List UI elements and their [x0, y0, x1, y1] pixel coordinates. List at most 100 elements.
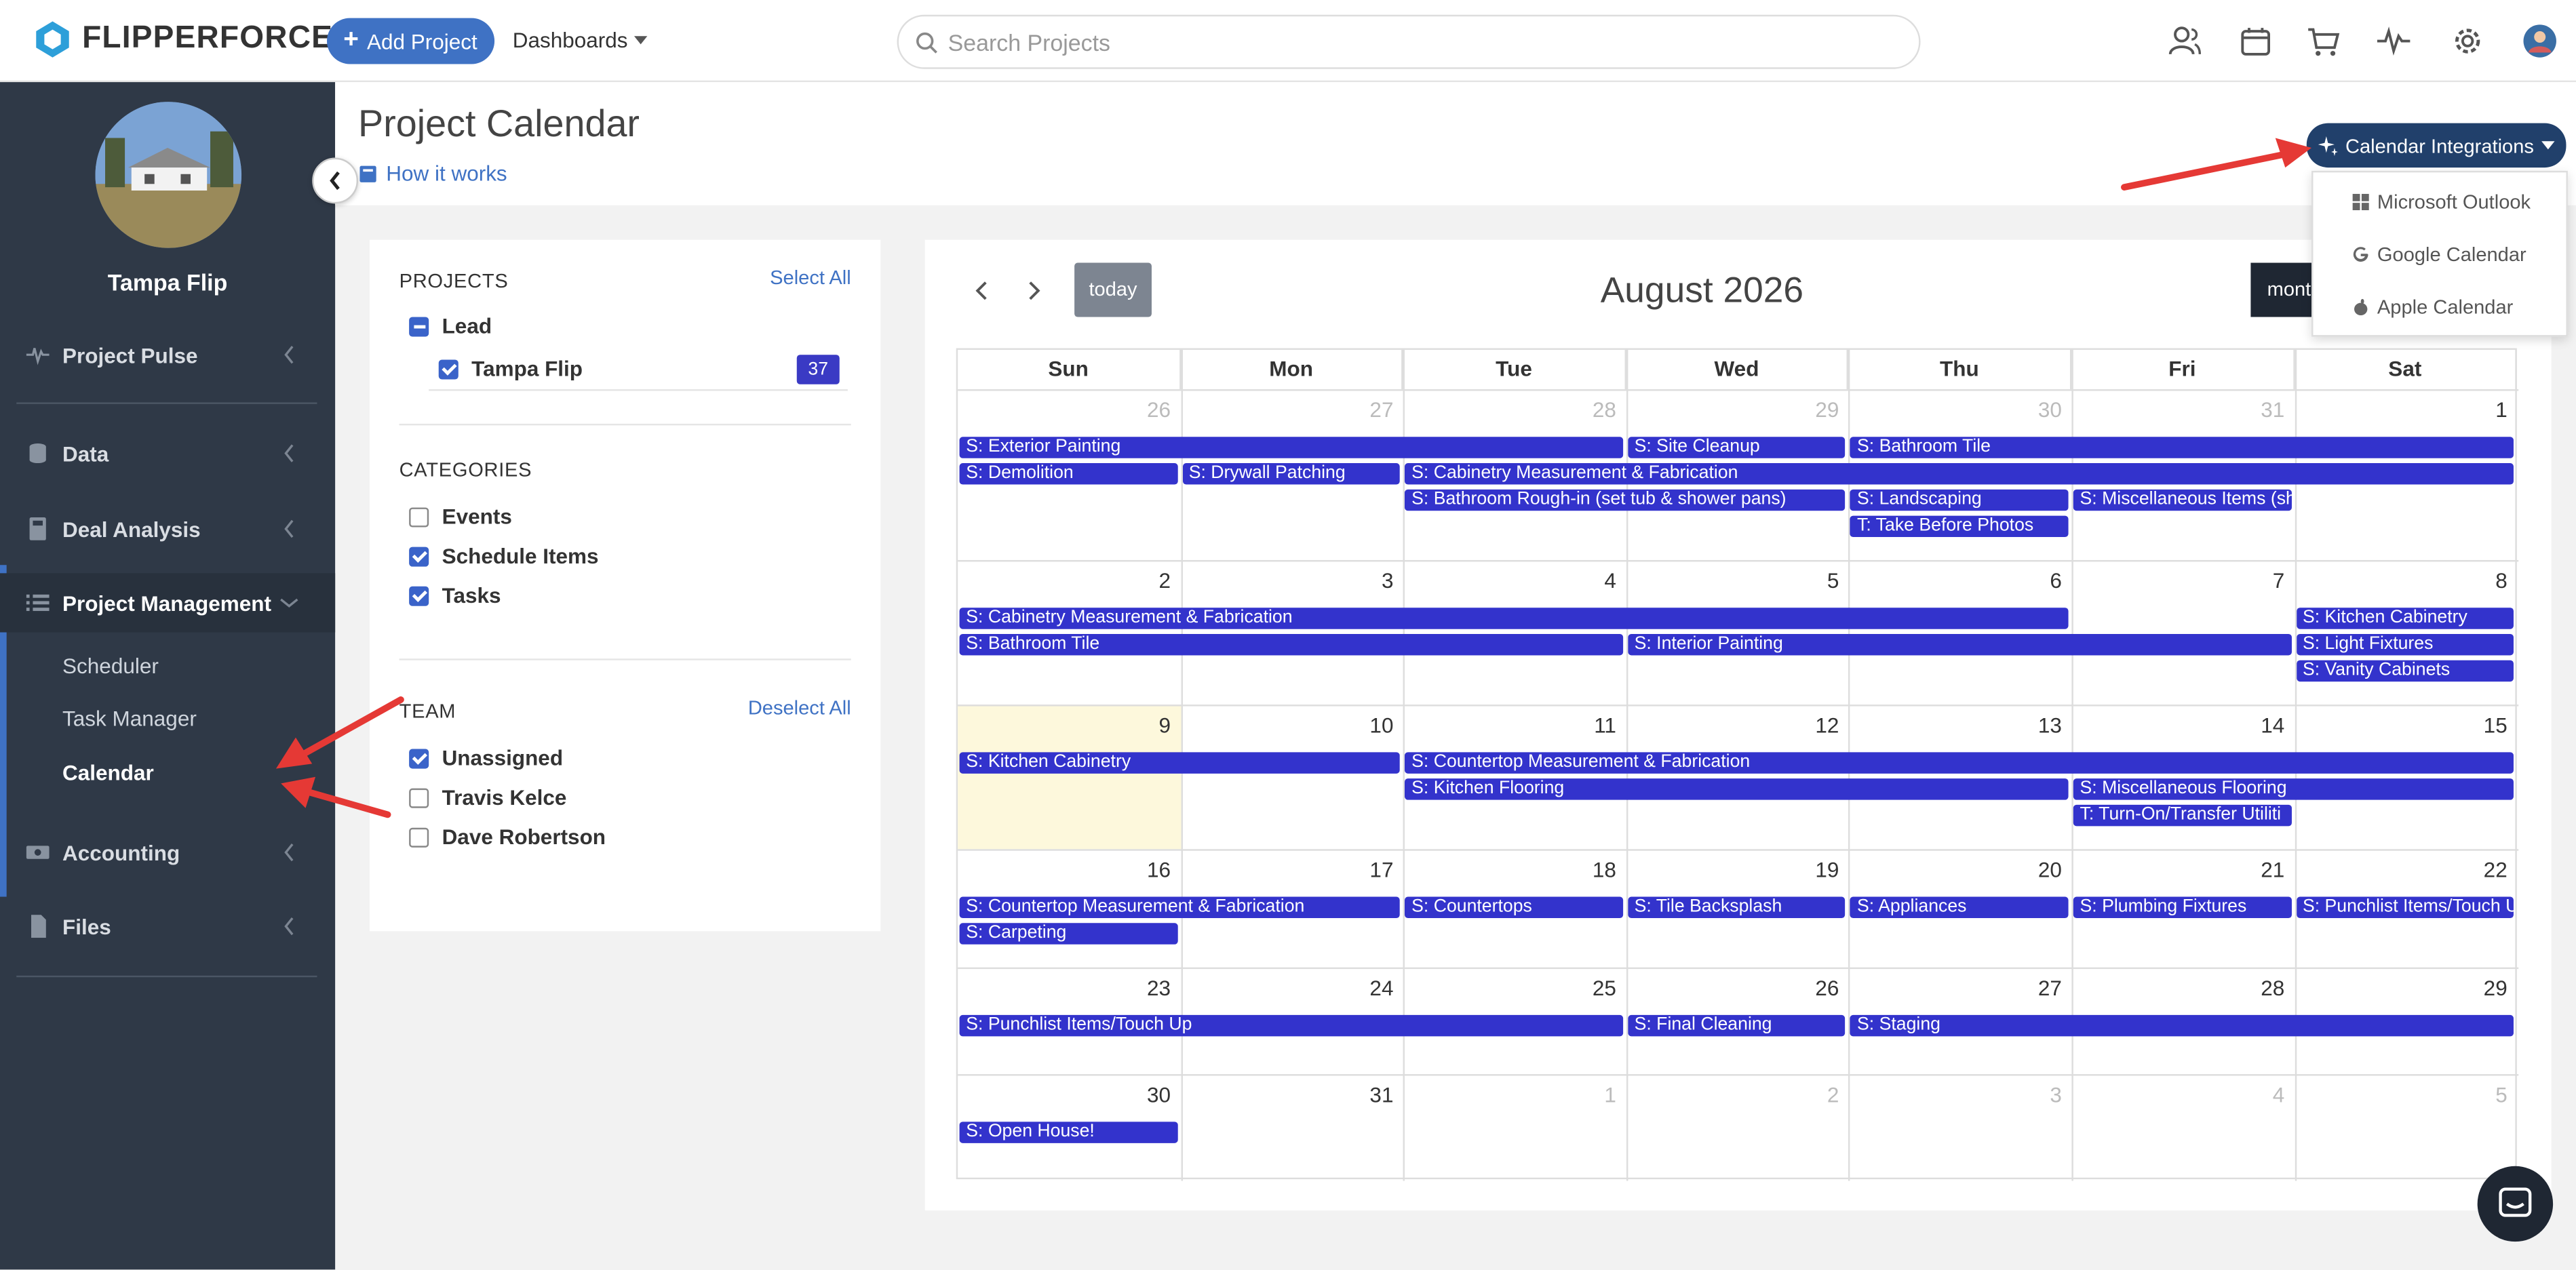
day-number[interactable]: 11 — [1567, 713, 1616, 737]
day-number[interactable]: 7 — [2236, 568, 2285, 593]
day-number[interactable]: 3 — [2012, 1082, 2062, 1107]
day-number[interactable]: 9 — [1121, 713, 1171, 737]
day-number[interactable]: 27 — [2012, 976, 2062, 1000]
calendar-event[interactable]: S: Cabinetry Measurement & Fabrication — [1405, 463, 2514, 485]
pulse-icon[interactable] — [2376, 23, 2412, 59]
search-bar[interactable] — [897, 14, 1921, 69]
day-number[interactable]: 28 — [2236, 976, 2284, 1000]
day-number[interactable]: 30 — [1121, 1082, 1171, 1107]
sidebar-item-accounting[interactable]: Accounting — [0, 823, 335, 882]
day-number[interactable]: 2 — [1121, 568, 1171, 593]
next-month-button[interactable] — [1019, 276, 1049, 306]
cart-icon[interactable] — [2305, 23, 2341, 59]
day-number[interactable]: 14 — [2236, 713, 2284, 737]
calendar-event[interactable]: S: Kitchen Flooring — [1405, 778, 2069, 800]
day-number[interactable]: 29 — [2458, 976, 2507, 1000]
sidebar-subitem-calendar[interactable]: Calendar — [62, 760, 154, 785]
calendar-event[interactable]: S: Countertop Measurement & Fabrication — [1405, 752, 2514, 774]
sidebar-item-data[interactable]: Data — [0, 424, 335, 483]
calendar-event[interactable]: S: Kitchen Cabinetry — [2296, 608, 2514, 629]
day-number[interactable]: 19 — [1790, 857, 1839, 881]
how-it-works-link[interactable]: How it works — [358, 161, 507, 186]
calendar-event[interactable]: S: Staging — [1850, 1014, 2514, 1037]
project-checkbox[interactable] — [438, 359, 458, 379]
day-number[interactable]: 4 — [2236, 1082, 2285, 1107]
calendar-event[interactable]: S: Bathroom Tile — [959, 633, 1623, 656]
select-all-link[interactable]: Select All — [770, 266, 851, 289]
day-number[interactable]: 1 — [1567, 1082, 1616, 1107]
calendar-event[interactable]: S: Carpeting — [959, 923, 1177, 945]
calendar-event[interactable]: S: Bathroom Rough-in (set tub & shower p… — [1405, 489, 1846, 511]
day-number[interactable]: 15 — [2458, 713, 2507, 737]
menu-item-apple-calendar[interactable]: Apple Calendar — [2353, 296, 2513, 319]
day-number[interactable]: 18 — [1567, 857, 1616, 881]
category-filter-events[interactable]: Events — [409, 504, 512, 529]
add-project-button[interactable]: + Add Project — [327, 18, 494, 64]
day-number[interactable]: 13 — [2012, 713, 2062, 737]
day-number[interactable]: 23 — [1121, 976, 1171, 1000]
gear-icon[interactable] — [2450, 23, 2486, 59]
sidebar-subitem-scheduler[interactable]: Scheduler — [62, 654, 159, 678]
day-number[interactable]: 8 — [2458, 568, 2507, 593]
month-view-button[interactable]: month — [2250, 262, 2317, 317]
checkbox[interactable] — [409, 585, 429, 606]
dashboards-dropdown[interactable]: Dashboards — [513, 28, 648, 53]
today-button[interactable]: today — [1074, 262, 1152, 317]
project-filter-row[interactable]: Tampa Flip — [438, 357, 583, 381]
calendar-event[interactable]: S: Final Cleaning — [1627, 1014, 1846, 1037]
calendar-icon[interactable] — [2238, 23, 2273, 59]
sidebar-item-project-pulse[interactable]: Project Pulse — [0, 325, 335, 384]
sidebar-item-files[interactable]: Files — [0, 897, 335, 956]
calendar-event[interactable]: S: Landscaping — [1850, 489, 2069, 511]
calendar-event[interactable]: S: Vanity Cabinets — [2296, 660, 2514, 682]
logo[interactable]: FLIPPERFORCE — [33, 20, 333, 59]
calendar-event[interactable]: S: Light Fixtures — [2296, 633, 2514, 656]
day-number[interactable]: 3 — [1344, 568, 1394, 593]
category-filter-tasks[interactable]: Tasks — [409, 583, 501, 608]
menu-item-microsoft-outlook[interactable]: Microsoft Outlook — [2352, 191, 2531, 214]
calendar-event[interactable]: S: Cabinetry Measurement & Fabrication — [959, 608, 2069, 629]
day-number[interactable]: 4 — [1567, 568, 1616, 593]
team-filter-travis-kelce[interactable]: Travis Kelce — [409, 785, 566, 810]
calendar-event[interactable]: S: Interior Painting — [1627, 633, 2291, 656]
day-number[interactable]: 28 — [1567, 397, 1616, 422]
day-number[interactable]: 22 — [2458, 857, 2507, 881]
day-number[interactable]: 24 — [1344, 976, 1393, 1000]
calendar-event[interactable]: S: Punchlist Items/Touch U — [2296, 896, 2514, 919]
day-number[interactable]: 26 — [1790, 976, 1839, 1000]
calendar-event[interactable]: S: Bathroom Tile — [1850, 437, 2514, 458]
checkbox[interactable] — [409, 748, 429, 768]
collapse-sidebar-button[interactable] — [312, 157, 359, 204]
calendar-event[interactable]: S: Countertop Measurement & Fabrication — [959, 896, 1401, 919]
user-avatar-icon[interactable] — [2522, 23, 2558, 59]
calendar-event[interactable]: S: Demolition — [959, 463, 1177, 485]
category-filter-schedule-items[interactable]: Schedule Items — [409, 544, 599, 568]
checkbox[interactable] — [409, 787, 429, 808]
checkbox[interactable] — [409, 507, 429, 527]
lead-checkbox[interactable] — [409, 316, 429, 336]
team-filter-dave-robertson[interactable]: Dave Robertson — [409, 825, 606, 849]
chat-support-button[interactable] — [2477, 1166, 2554, 1242]
calendar-event[interactable]: S: Kitchen Cabinetry — [959, 752, 1401, 774]
day-number[interactable]: 5 — [1790, 568, 1839, 593]
day-number[interactable]: 6 — [2012, 568, 2062, 593]
prev-month-button[interactable] — [968, 276, 998, 306]
calendar-event[interactable]: S: Exterior Painting — [959, 437, 1623, 458]
day-number[interactable]: 10 — [1344, 713, 1393, 737]
lead-filter-row[interactable]: Lead — [409, 314, 492, 338]
menu-item-google-calendar[interactable]: Google Calendar — [2353, 243, 2526, 266]
calendar-event[interactable]: S: Tile Backsplash — [1627, 896, 1846, 919]
day-number[interactable]: 29 — [1790, 397, 1839, 422]
checkbox[interactable] — [409, 827, 429, 847]
day-number[interactable]: 26 — [1121, 397, 1171, 422]
day-number[interactable]: 16 — [1121, 857, 1171, 881]
calendar-event[interactable]: S: Drywall Patching — [1182, 463, 1401, 485]
day-number[interactable]: 25 — [1567, 976, 1616, 1000]
team-icon[interactable] — [2167, 23, 2203, 59]
day-number[interactable]: 21 — [2236, 857, 2284, 881]
sidebar-item-project-management[interactable]: Project Management — [0, 573, 336, 633]
deselect-all-link[interactable]: Deselect All — [748, 696, 851, 719]
calendar-event[interactable]: S: Plumbing Fixtures — [2073, 896, 2291, 919]
calendar-event[interactable]: T: Turn-On/Transfer Utiliti — [2073, 804, 2291, 827]
sidebar-subitem-task-manager[interactable]: Task Manager — [62, 707, 197, 731]
